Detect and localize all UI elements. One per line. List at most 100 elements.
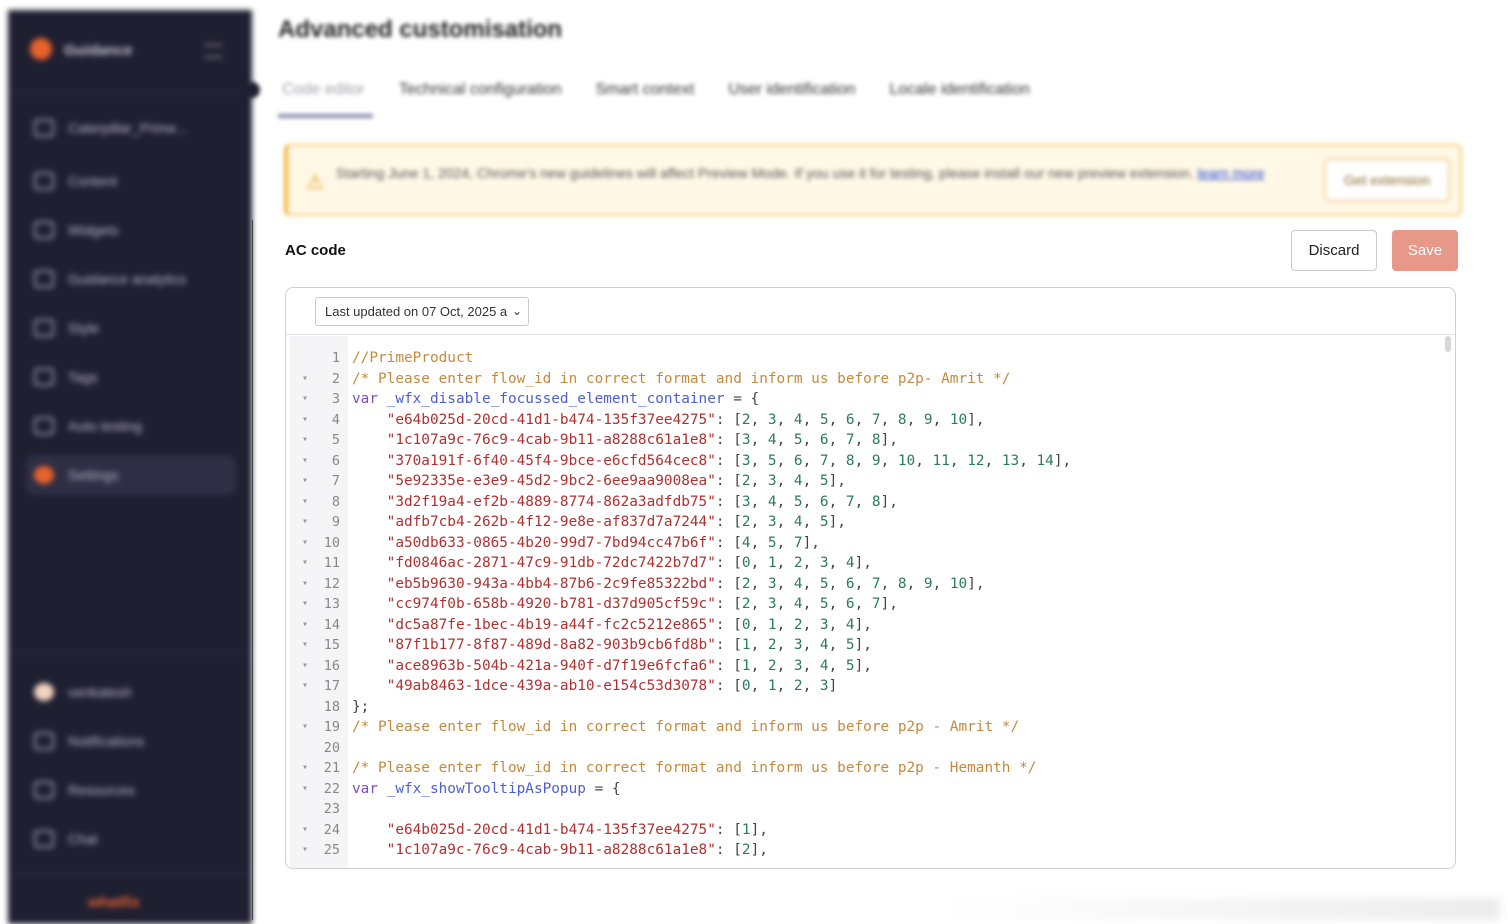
code-token: 4	[819, 637, 829, 653]
code-token: ,	[802, 657, 820, 674]
sidebar-item-account[interactable]: Caterpillar_Prime...	[26, 108, 236, 148]
code-line[interactable]: "e64b025d-20cd-41d1-b474-135f37ee4275": …	[352, 820, 1071, 841]
code-line[interactable]: "1c107a9c-76c9-4cab-9b11-a8288c61a1e8": …	[352, 430, 1071, 451]
line-number: 18	[323, 698, 340, 715]
line-number[interactable]: 25	[290, 840, 348, 861]
code-line[interactable]: "eb5b9630-943a-4bb4-87b6-2c9fe85322bd": …	[352, 574, 1071, 595]
code-line[interactable]: "5e92335e-e3e9-45d2-9bc2-6ee9aa9008ea": …	[352, 471, 1071, 492]
code-token: 10	[949, 575, 968, 592]
code-line[interactable]: "dc5a87fe-1bec-4b19-a44f-fc2c5212e865": …	[352, 615, 1071, 636]
code-line[interactable]: "49ab8463-1dce-439a-ab10-e154c53d3078": …	[352, 676, 1071, 697]
code-line[interactable]: };	[352, 697, 1071, 718]
code-line[interactable]	[352, 799, 1071, 820]
code-token: ,	[828, 411, 846, 428]
code-token: ,	[776, 452, 794, 469]
line-number[interactable]: 21	[290, 758, 348, 779]
sidebar-item-resources[interactable]: Resources	[26, 770, 236, 810]
line-number[interactable]: 19	[290, 717, 348, 738]
code-token: 3	[767, 411, 777, 428]
line-number[interactable]: 13	[290, 594, 348, 615]
code-line[interactable]: "fd0846ac-2871-47c9-91db-72dc7422b7d7": …	[352, 553, 1071, 574]
version-select[interactable]: Last updated on 07 Oct, 2025 a ⌄	[315, 297, 529, 326]
code-line[interactable]: /* Please enter flow_id in correct forma…	[352, 369, 1071, 390]
get-extension-button[interactable]: Get extension	[1324, 158, 1450, 202]
code-token: "dc5a87fe-1bec-4b19-a44f-fc2c5212e865"	[386, 616, 716, 633]
line-number[interactable]: 4	[290, 410, 348, 431]
code-token: "49ab8463-1dce-439a-ab10-e154c53d3078"	[386, 678, 716, 694]
sidebar-collapse-button[interactable]	[244, 82, 260, 98]
code-token: 5	[845, 637, 855, 653]
sidebar-item-tags[interactable]: Tags	[26, 357, 236, 397]
sidebar-item-chat[interactable]: Chat	[26, 819, 236, 859]
code-token: ,	[750, 678, 768, 694]
sidebar: Guidance Caterpillar_Prime... Content Wi…	[8, 10, 252, 924]
line-number[interactable]: 24	[290, 820, 348, 841]
code-lines[interactable]: //PrimeProduct /* Please enter flow_id in…	[352, 348, 1071, 861]
line-number[interactable]: 2	[290, 369, 348, 390]
line-number[interactable]: 11	[290, 553, 348, 574]
save-button[interactable]: Save	[1392, 230, 1458, 271]
preview-mode-banner: ⚠ Starting June 1, 2024, Chrome's new gu…	[284, 144, 1462, 216]
tab-locale-identification[interactable]: Locale identification	[885, 76, 1038, 118]
discard-button[interactable]: Discard	[1291, 230, 1377, 271]
code-line[interactable]: //PrimeProduct	[352, 348, 1071, 369]
code-line[interactable]: /* Please enter flow_id in correct forma…	[352, 758, 1071, 779]
code-line[interactable]: "a50db633-0865-4b20-99d7-7bd94cc47b6f": …	[352, 533, 1071, 554]
code-token: ],	[967, 575, 985, 592]
line-number[interactable]: 14	[290, 615, 348, 636]
code-token: : [	[715, 452, 742, 469]
line-number[interactable]: 6	[290, 451, 348, 472]
code-token: ],	[854, 657, 872, 674]
code-line[interactable]: /* Please enter flow_id in correct forma…	[352, 717, 1071, 738]
line-number[interactable]: 12	[290, 574, 348, 595]
line-number[interactable]: 8	[290, 492, 348, 513]
code-line[interactable]	[352, 738, 1071, 759]
menu-icon[interactable]	[204, 44, 222, 58]
sidebar-item-notifications[interactable]: Notifications	[26, 721, 236, 761]
code-line[interactable]: "cc974f0b-658b-4920-b781-d37d905cf59c": …	[352, 594, 1071, 615]
tab-technical-configuration[interactable]: Technical configuration	[395, 76, 570, 118]
code-token: 8	[897, 411, 907, 428]
code-token: : [	[715, 473, 742, 489]
code-token: ,	[750, 534, 768, 551]
tab-code-editor[interactable]: Code editor	[278, 76, 373, 118]
code-line[interactable]: "370a191f-6f40-45f4-9bce-e6cfd564cec8": …	[352, 451, 1072, 472]
code-token: 8	[871, 493, 881, 510]
sidebar-item-content[interactable]: Content	[26, 161, 236, 201]
line-number[interactable]: 7	[290, 471, 348, 492]
line-number[interactable]: 10	[290, 533, 348, 554]
line-number[interactable]: 9	[290, 512, 348, 533]
scrollbar[interactable]	[1445, 336, 1451, 352]
sidebar-item-style[interactable]: Style	[26, 308, 236, 348]
code-token: 12	[967, 452, 985, 469]
code-line[interactable]: "3d2f19a4-ef2b-4889-8774-862a3adfdb75": …	[352, 492, 1071, 513]
code-line[interactable]: "87f1b177-8f87-489d-8a82-903b9cb6fd8b": …	[352, 635, 1071, 656]
code-line[interactable]: "1c107a9c-76c9-4cab-9b11-a8288c61a1e8": …	[352, 840, 1071, 861]
code-line[interactable]: var _wfx_disable_focussed_element_contai…	[352, 389, 1071, 410]
code-line[interactable]: "ace8963b-504b-421a-940f-d7f19e6fcfa6": …	[352, 656, 1071, 677]
sidebar-item-profile[interactable]: venkatesh	[26, 672, 236, 712]
line-number[interactable]: 16	[290, 656, 348, 677]
code-token: ,	[750, 657, 768, 674]
line-number[interactable]: 15	[290, 635, 348, 656]
tab-user-identification[interactable]: User identification	[724, 76, 863, 118]
sidebar-item-analytics[interactable]: Guidance analytics	[26, 259, 236, 299]
code-token: 3	[819, 616, 829, 633]
sidebar-item-widgets[interactable]: Widgets	[26, 210, 236, 250]
learn-more-link[interactable]: learn more	[1198, 165, 1265, 181]
sidebar-item-auto-testing[interactable]: Auto testing	[26, 406, 236, 446]
line-number[interactable]: 17	[290, 676, 348, 697]
code-area[interactable]: 1234567891011121314151617181920212223242…	[286, 336, 1455, 868]
sidebar-item-settings[interactable]: Settings	[26, 455, 236, 495]
line-number[interactable]: 22	[290, 779, 348, 800]
line-number[interactable]: 5	[290, 430, 348, 451]
line-number[interactable]: 3	[290, 389, 348, 410]
tab-smart-context[interactable]: Smart context	[591, 76, 702, 118]
code-line[interactable]: "adfb7cb4-262b-4f12-9e8e-af837d7a7244": …	[352, 512, 1071, 533]
code-line[interactable]: "e64b025d-20cd-41d1-b474-135f37ee4275": …	[352, 410, 1071, 431]
code-token: : [	[715, 637, 742, 653]
code-line[interactable]: var _wfx_showTooltipAsPopup = {	[352, 779, 1071, 800]
code-token: 7	[871, 575, 881, 592]
